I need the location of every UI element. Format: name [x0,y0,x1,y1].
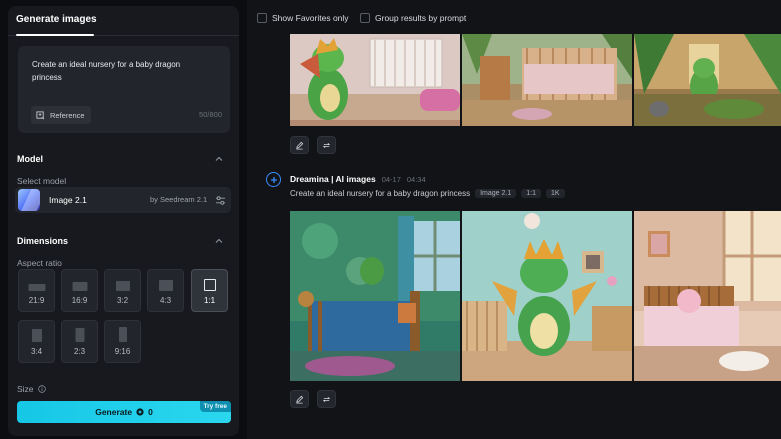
char-count: 50/800 [199,110,222,119]
generate-label: Generate [95,407,133,417]
reference-label: Reference [50,110,85,120]
regenerate-button[interactable] [317,390,336,408]
group-label[interactable]: Group results by prompt [375,13,466,23]
prompt-input[interactable]: Create an ideal nursery for a baby drago… [18,46,230,133]
result-image[interactable] [634,211,781,381]
reference-icon [36,110,45,119]
model-thumbnail [18,189,40,211]
aspect-label: 2:3 [73,347,86,356]
aspect-shape [31,329,42,342]
group-checkbox[interactable] [360,13,370,23]
result-image[interactable] [290,34,460,126]
tune-icon[interactable] [215,195,226,206]
regenerate-button[interactable] [317,136,336,154]
result-image[interactable] [634,34,781,126]
aspect-9-16[interactable]: 9:16 [104,320,141,363]
size-label: Size [17,384,46,394]
dimensions-section-title: Dimensions [17,236,69,246]
aspect-label: 9:16 [114,347,131,356]
size-label-text: Size [17,384,34,394]
credit-count: 0 [148,407,153,417]
resolution-chip: 1K [545,189,565,198]
favorites-checkbox[interactable] [257,13,267,23]
model-name: Image 2.1 [49,195,87,205]
edit-icon [296,141,304,149]
reference-button[interactable]: Reference [31,106,91,124]
generation-prompt-row: Create an ideal nursery for a baby drago… [290,189,565,198]
edit-icon [296,395,304,403]
regenerate-icon [322,142,331,148]
aspect-label: 3:2 [116,296,129,305]
aspect-shape [158,280,173,291]
aspect-shape [115,281,130,291]
aspect-shape [28,284,45,291]
aspect-label: 4:3 [159,296,172,305]
aspect-shape [203,279,216,291]
ratio-chip: 1:1 [521,189,541,198]
aspect-label: 21:9 [28,296,45,305]
aspect-label: 1:1 [203,296,216,305]
generation-header: Dreamina | AI images 04-17 04:34 [290,174,426,184]
try-free-badge: Try free [199,401,231,412]
generate-button[interactable]: Generate 0 Try free [17,401,231,423]
aspect-3-2[interactable]: 3:2 [104,269,141,312]
aspect-3-4[interactable]: 3:4 [18,320,55,363]
aspect-label: 16:9 [71,296,88,305]
result-image[interactable] [462,34,632,126]
tab-generate-images[interactable]: Generate images [16,14,97,25]
prompt-text[interactable]: Create an ideal nursery for a baby drago… [32,58,212,84]
aspect-shape [72,282,87,291]
regenerate-icon [322,396,331,402]
chevron-up-icon[interactable] [214,154,224,164]
generation-icon [266,172,281,187]
panel-tabs: Generate images [8,6,239,36]
model-section-title: Model [17,154,43,164]
chevron-up-icon[interactable] [214,236,224,246]
aspect-2-3[interactable]: 2:3 [61,320,98,363]
aspect-4-3[interactable]: 4:3 [147,269,184,312]
generation-title: Dreamina | AI images [290,174,376,184]
aspect-label: 3:4 [30,347,43,356]
result-image[interactable] [290,211,460,381]
filter-bar: Show Favorites only Group results by pro… [247,0,781,34]
model-chip: Image 2.1 [475,189,517,198]
generation-time: 04:34 [406,174,426,184]
select-model-label: Select model [17,176,67,186]
aspect-shape [75,328,84,342]
aspect-ratio-label: Aspect ratio [17,258,62,268]
generation-prompt[interactable]: Create an ideal nursery for a baby drago… [290,189,470,198]
credit-icon [136,408,144,416]
generate-panel: Generate images Create an ideal nursery … [8,6,239,436]
generation-date: 04-17 [381,174,401,184]
favorites-label[interactable]: Show Favorites only [272,13,349,23]
aspect-16-9[interactable]: 16:9 [61,269,98,312]
model-provider: by Seedream 2.1 [150,195,208,204]
aspect-shape [118,327,127,342]
active-tab-indicator [16,34,94,36]
aspect-21-9[interactable]: 21:9 [18,269,55,312]
result-image[interactable] [462,211,632,381]
edit-button[interactable] [290,136,309,154]
edit-button[interactable] [290,390,309,408]
results-area: Show Favorites only Group results by pro… [247,0,781,439]
aspect-1-1[interactable]: 1:1 [191,269,228,312]
info-icon[interactable] [37,385,46,393]
model-selector[interactable]: Image 2.1 by Seedream 2.1 [15,187,231,213]
